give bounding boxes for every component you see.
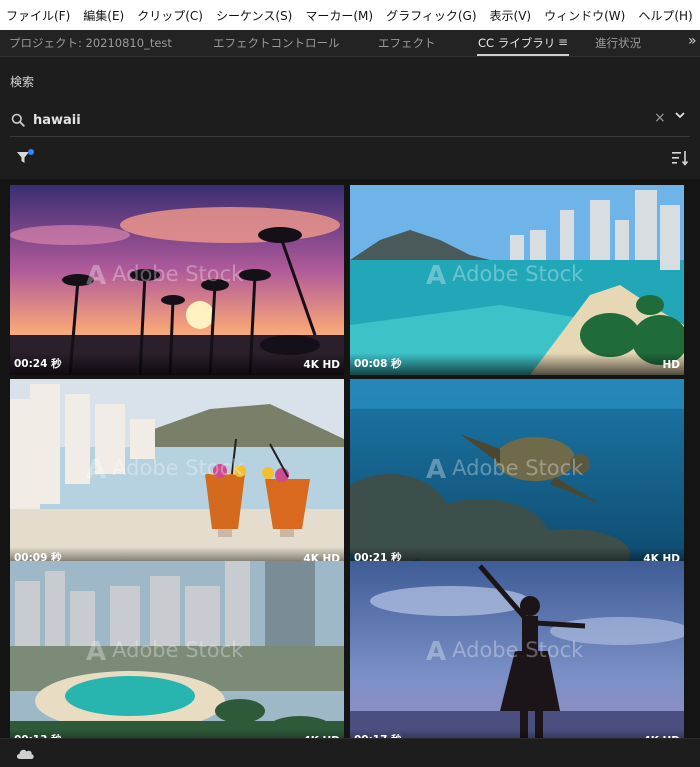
stock-watermark: A Adobe Stock — [426, 261, 583, 291]
resolution-badge: 4K HD — [303, 359, 340, 371]
menu-graphics[interactable]: グラフィック(G) — [386, 7, 476, 24]
search-icon — [11, 113, 25, 127]
adobe-logo-icon: A — [86, 637, 107, 667]
stock-result-tile[interactable]: A Adobe Stock 00:21 秒 4K HD — [350, 379, 684, 569]
panel-menu-icon[interactable]: ≡ — [558, 35, 568, 49]
stock-watermark: A Adobe Stock — [86, 455, 243, 485]
stock-watermark: A Adobe Stock — [86, 637, 243, 667]
cc-library-panel: 検索 × — [0, 57, 700, 767]
search-divider — [10, 136, 690, 137]
sort-icon[interactable] — [671, 149, 689, 167]
adobe-logo-icon: A — [86, 455, 107, 485]
search-input[interactable] — [33, 109, 633, 131]
adobe-logo-icon: A — [426, 261, 447, 291]
more-panels-icon[interactable]: » — [688, 33, 697, 49]
search-section-title: 検索 — [10, 75, 35, 89]
close-icon[interactable]: × — [654, 110, 666, 126]
stock-result-tile[interactable]: AAdobe Stock 00:13 秒 4K HD — [10, 561, 344, 751]
menu-edit[interactable]: 編集(E) — [83, 7, 124, 24]
stock-result-tile[interactable]: A Adobe Stock 00:08 秒 HD — [350, 185, 684, 375]
stock-result-tile[interactable]: AAdobe Stock 00:17 秒 4K HD — [350, 561, 684, 751]
cloud-icon[interactable] — [15, 746, 35, 760]
active-tab-indicator — [477, 54, 569, 56]
resolution-badge: HD — [662, 359, 680, 371]
watermark-text: Adobe Stock — [452, 262, 584, 286]
menu-window[interactable]: ウィンドウ(W) — [544, 7, 625, 24]
watermark-text: Adobe Stock — [452, 456, 584, 480]
panel-footer — [0, 738, 700, 767]
tab-cc-library[interactable]: CC ライブラリ — [478, 35, 555, 51]
menu-view[interactable]: 表示(V) — [490, 7, 532, 24]
search-bar: × — [0, 105, 700, 137]
menu-file[interactable]: ファイル(F) — [6, 7, 70, 24]
watermark-text: Adobe Stock — [112, 456, 244, 480]
stock-result-tile[interactable]: A Adobe Stock 00:09 秒 4K HD — [10, 379, 344, 569]
adobe-logo-icon: A — [86, 261, 107, 291]
stock-result-tile[interactable]: A Adobe Stock 00:24 秒 4K HD — [10, 185, 344, 375]
stock-watermark: A Adobe Stock — [426, 455, 583, 485]
tab-progress[interactable]: 進行状況 — [595, 35, 641, 51]
stock-watermark: A Adobe Stock — [86, 261, 243, 291]
tab-effect-controls[interactable]: エフェクトコントロール — [213, 35, 340, 51]
chevron-down-icon[interactable] — [674, 109, 686, 121]
menu-sequence[interactable]: シーケンス(S) — [216, 7, 292, 24]
menu-bar: ファイル(F) 編集(E) クリップ(C) シーケンス(S) マーカー(M) グ… — [0, 0, 700, 30]
watermark-text: Adobe Stock — [112, 638, 244, 662]
adobe-logo-icon: A — [426, 637, 447, 667]
menu-marker[interactable]: マーカー(M) — [305, 7, 373, 24]
watermark-text: Adobe Stock — [112, 262, 244, 286]
watermark-text: Adobe Stock — [452, 638, 584, 662]
menu-help[interactable]: ヘルプ(H) — [638, 7, 692, 24]
filter-icon[interactable] — [16, 149, 34, 165]
clip-duration: 00:08 秒 — [354, 358, 402, 370]
results-grid: A Adobe Stock 00:24 秒 4K HD A Adobe Stoc… — [0, 179, 700, 751]
menu-clip[interactable]: クリップ(C) — [137, 7, 203, 24]
tab-effects[interactable]: エフェクト — [378, 35, 436, 51]
stock-watermark: A Adobe Stock — [426, 637, 583, 667]
panel-tab-bar: プロジェクト: 20210810_test エフェクトコントロール エフェクト … — [0, 30, 700, 57]
adobe-logo-icon: A — [426, 455, 447, 485]
clip-duration: 00:24 秒 — [14, 358, 62, 370]
tab-project[interactable]: プロジェクト: 20210810_test — [9, 35, 172, 51]
